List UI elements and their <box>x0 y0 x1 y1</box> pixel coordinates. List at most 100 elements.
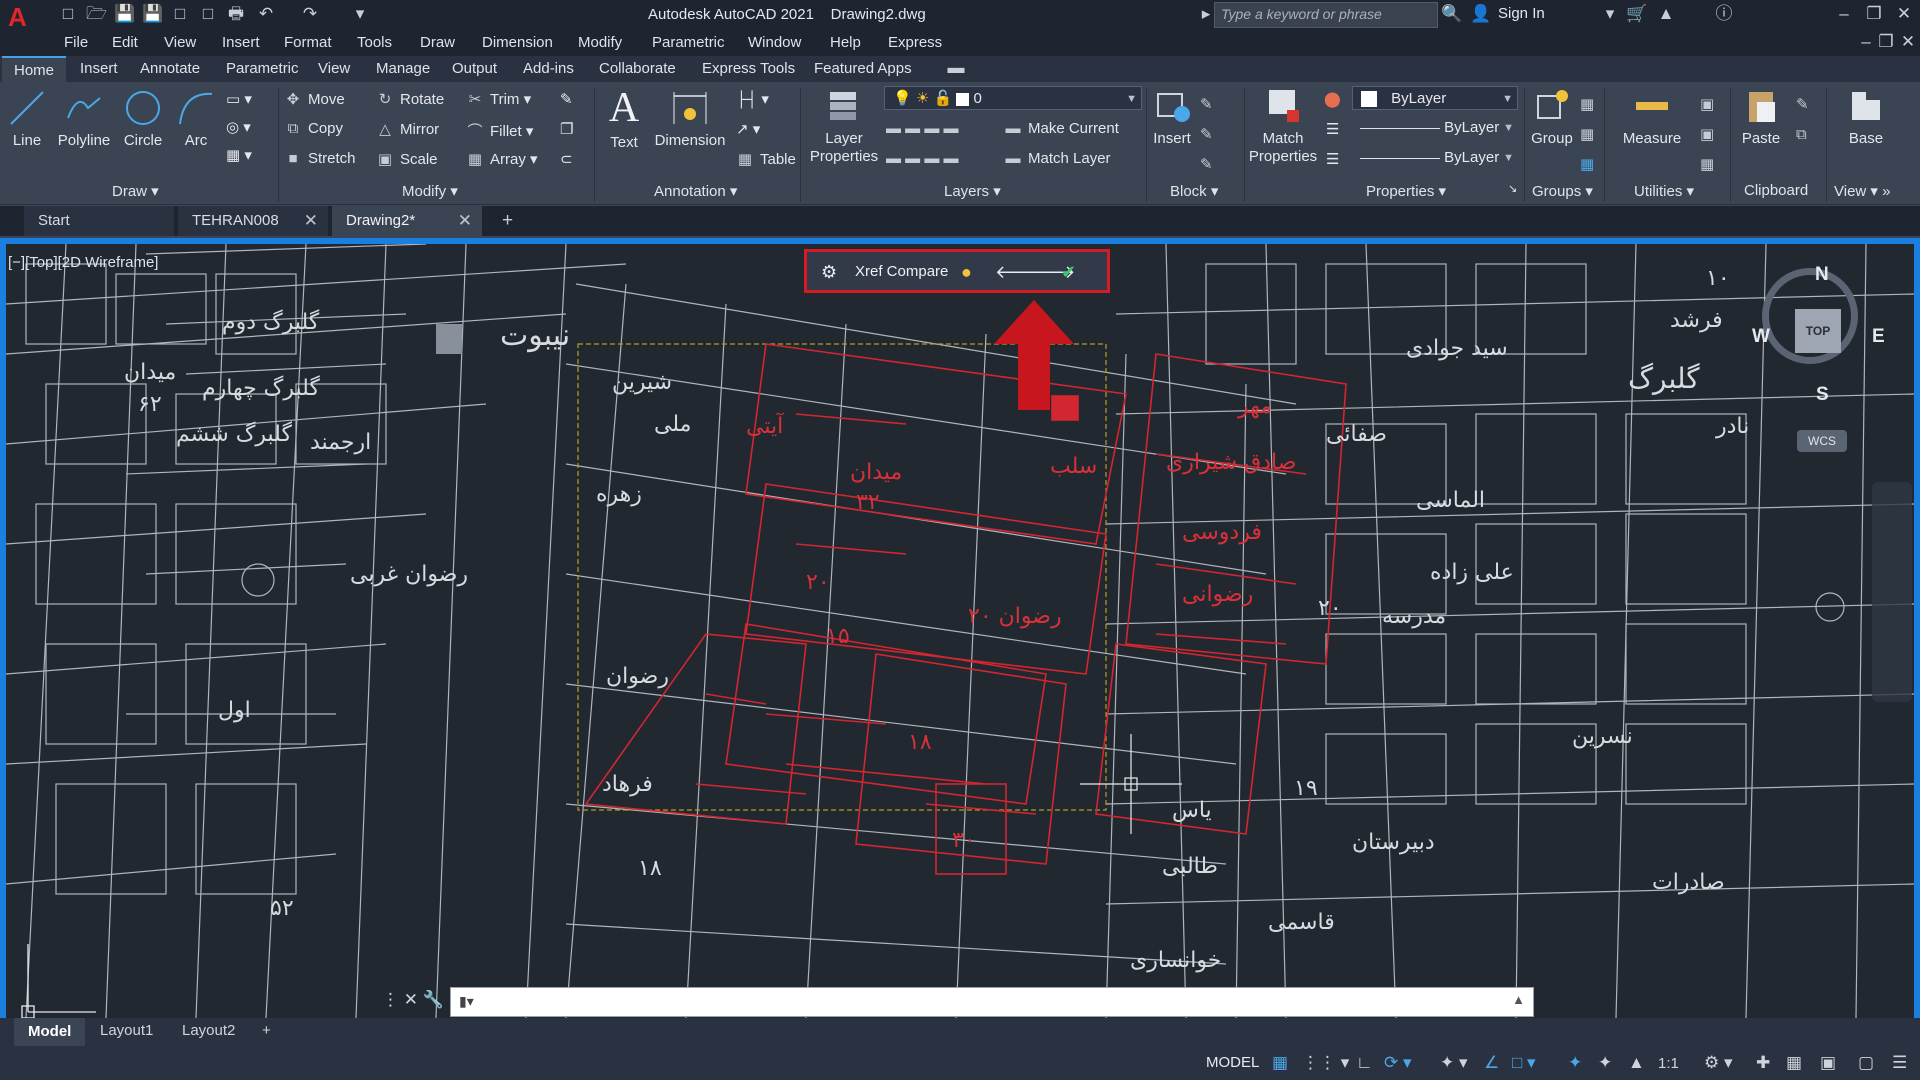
close-command-icon[interactable]: ✕ <box>404 990 418 1009</box>
osnap-icon[interactable]: ∠ <box>1484 1053 1499 1073</box>
annotation-panel-title[interactable]: Annotation ▾ <box>654 182 737 200</box>
fullscreen-icon[interactable]: ▢ <box>1858 1053 1874 1073</box>
array-button[interactable]: ▦ Array ▾ <box>466 150 538 168</box>
customization-menu-icon[interactable]: ☰ <box>1892 1053 1907 1073</box>
linear-dim-icon[interactable]: ├┤ ▾ <box>736 90 769 108</box>
modify-panel-title[interactable]: Modify ▾ <box>402 182 458 200</box>
tab-start[interactable]: Start <box>24 206 174 236</box>
save-as-icon[interactable]: 💾 <box>142 4 163 24</box>
menu-help[interactable]: Help <box>830 34 861 51</box>
tab-view[interactable]: View <box>318 60 350 77</box>
minimize-icon[interactable]: – <box>1834 4 1854 24</box>
autocad-logo-icon[interactable]: A <box>8 2 27 33</box>
model-space-button[interactable]: MODEL <box>1206 1054 1259 1071</box>
annotation-monitor-plus-icon[interactable]: ✚ <box>1756 1053 1770 1073</box>
dimension-button[interactable]: Dimension <box>652 88 728 149</box>
menu-file[interactable]: File <box>64 34 88 51</box>
groups-panel-title[interactable]: Groups ▾ <box>1532 182 1593 200</box>
auto-scale-icon[interactable]: ✦ <box>1598 1053 1612 1073</box>
fillet-button[interactable]: ⌒ Fillet ▾ <box>466 120 533 141</box>
open-icon[interactable]: 🗁 <box>86 4 107 24</box>
text-button[interactable]: A Text <box>604 86 644 151</box>
command-line-controls[interactable]: ⋮ ✕ 🔧 <box>382 990 444 1010</box>
command-line[interactable]: ▮▾ ▲ <box>450 987 1534 1017</box>
maximize-icon[interactable]: ❐ <box>1864 4 1884 24</box>
lightbulb-icon[interactable]: ● <box>961 262 972 283</box>
open-web-icon[interactable]: □ <box>170 4 190 24</box>
checkmark-icon[interactable]: ✔ <box>1061 262 1076 283</box>
units-icon[interactable]: ▦ <box>1786 1053 1802 1073</box>
menu-express[interactable]: Express <box>888 34 942 51</box>
color-wheel-icon[interactable]: ⬤ <box>1324 90 1341 108</box>
menu-edit[interactable]: Edit <box>112 34 138 51</box>
compass-south[interactable]: S <box>1816 384 1829 406</box>
insert-block-button[interactable]: Insert <box>1150 86 1194 147</box>
arc-button[interactable]: Arc <box>174 88 218 149</box>
make-current-button[interactable]: ▬ Make Current <box>1004 120 1119 137</box>
properties-panel-title[interactable]: Properties ▾ <box>1366 182 1446 200</box>
user-icon[interactable]: 👤 <box>1470 4 1491 24</box>
tab-model[interactable]: Model <box>14 1018 86 1046</box>
match-layer-button[interactable]: ▬ Match Layer <box>1004 150 1111 167</box>
wcs-menu[interactable]: WCS <box>1797 430 1847 452</box>
save-icon[interactable]: 💾 <box>114 4 135 24</box>
group-button[interactable]: Group <box>1528 86 1576 147</box>
new-tab-plus-icon[interactable]: + <box>502 210 513 232</box>
layers-panel-title[interactable]: Layers ▾ <box>944 182 1001 200</box>
customize-icon[interactable]: ▾ <box>350 4 370 24</box>
utilities-panel-title[interactable]: Utilities ▾ <box>1634 182 1694 200</box>
stretch-button[interactable]: ■ Stretch <box>284 150 355 167</box>
command-input[interactable] <box>491 991 1495 1015</box>
stay-connected-icon[interactable]: ▲ <box>1656 4 1676 24</box>
table-button[interactable]: ▦ Table <box>736 150 796 168</box>
drawing-canvas[interactable]: میدان ۶۲ گلبرگ دوم گلبرگ چهارم گلبرگ ششم… <box>0 238 1920 1018</box>
isodraft-icon[interactable]: ✦ ▾ <box>1440 1053 1468 1073</box>
match-properties-button[interactable]: Match Properties <box>1248 86 1318 166</box>
tab-manage[interactable]: Manage <box>376 60 430 77</box>
properties-launcher-icon[interactable]: ↘ <box>1508 182 1517 195</box>
utility-tools[interactable]: ▣ ▣ ▦ <box>1700 90 1714 180</box>
customize-wrench-icon[interactable]: 🔧 <box>423 990 444 1009</box>
annotation-scale-icon[interactable]: ▲ <box>1628 1053 1645 1073</box>
close-tab-icon[interactable]: ✕ <box>304 206 318 236</box>
grid-icon[interactable]: ▦ <box>1272 1053 1288 1073</box>
tab-drawing2[interactable]: Drawing2* ✕ <box>332 206 482 236</box>
compass-north[interactable]: N <box>1815 264 1829 286</box>
object-snap-icon[interactable]: □ ▾ <box>1512 1053 1536 1073</box>
rotate-button[interactable]: ↻ Rotate <box>376 90 445 108</box>
ribbon-options-icon[interactable]: ▬ <box>946 58 966 78</box>
search-box[interactable] <box>1214 2 1438 28</box>
new-icon[interactable]: □ <box>58 4 78 24</box>
tab-collaborate[interactable]: Collaborate <box>599 60 676 77</box>
doc-restore-icon[interactable]: ❐ <box>1876 32 1896 52</box>
tab-output[interactable]: Output <box>452 60 497 77</box>
tab-annotate[interactable]: Annotate <box>140 60 200 77</box>
add-layout-plus-icon[interactable]: + <box>262 1022 271 1039</box>
tab-featured-apps[interactable]: Featured Apps <box>814 60 912 77</box>
doc-close-icon[interactable]: ✕ <box>1898 32 1918 52</box>
save-web-icon[interactable]: □ <box>198 4 218 24</box>
menu-modify[interactable]: Modify <box>578 34 622 51</box>
clipboard-tools[interactable]: ✎ ⧉ <box>1796 90 1809 150</box>
doc-minimize-icon[interactable]: – <box>1856 32 1876 52</box>
menu-view[interactable]: View <box>164 34 196 51</box>
line-button[interactable]: Line <box>4 88 50 149</box>
layer-dropdown[interactable]: 💡 ☀ 🔓 0 ▼ <box>884 86 1142 110</box>
tab-home[interactable]: Home <box>2 56 67 84</box>
paste-button[interactable]: Paste <box>1736 86 1786 147</box>
snap-icon[interactable]: ⋮⋮ ▾ <box>1302 1053 1349 1073</box>
polar-icon[interactable]: ⟳ ▾ <box>1384 1053 1412 1073</box>
search-icon[interactable]: 🔍 <box>1441 4 1462 24</box>
circle-button[interactable]: Circle <box>118 88 168 149</box>
view-panel-title[interactable]: View ▾ » <box>1834 182 1890 200</box>
erase-icon[interactable]: ✎ <box>560 90 573 108</box>
close-tab-icon[interactable]: ✕ <box>458 206 472 236</box>
redo-icon[interactable]: ↷ <box>300 4 320 24</box>
hatch-icon[interactable]: ◎ ▾ <box>226 118 251 136</box>
menu-parametric[interactable]: Parametric <box>652 34 725 51</box>
annotation-scale-value[interactable]: 1:1 <box>1658 1055 1679 1072</box>
explode-icon[interactable]: ❐ <box>560 120 573 138</box>
block-tools[interactable]: ✎ ✎ ✎ <box>1200 90 1213 180</box>
menu-dimension[interactable]: Dimension <box>482 34 553 51</box>
ortho-icon[interactable]: ∟ <box>1356 1053 1373 1073</box>
